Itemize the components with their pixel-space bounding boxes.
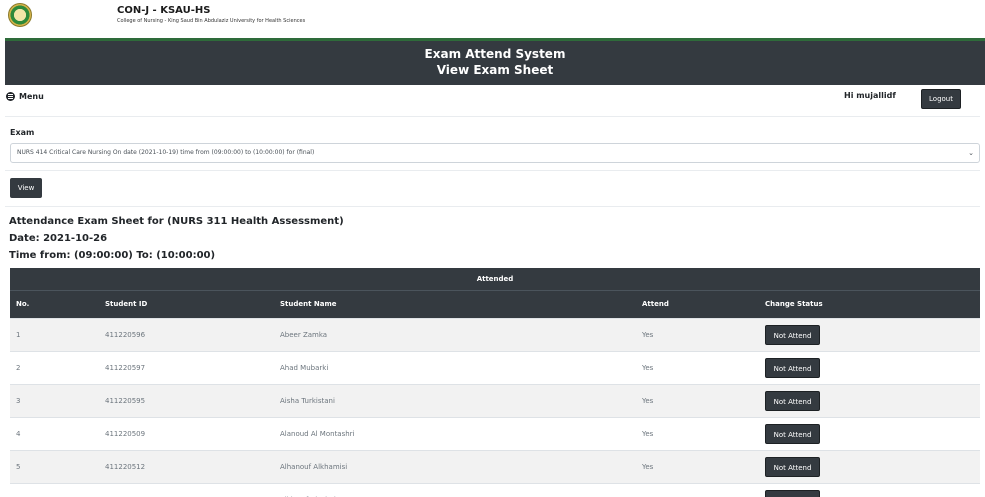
row-attend: Yes [636,416,759,450]
col-header-no: No. [10,290,99,318]
org-title: CON-J - KSAU-HS [117,5,211,16]
row-no: 5 [10,449,99,483]
row-no: 2 [10,350,99,384]
attendance-table: Attended No. Student ID Student Name Att… [10,268,980,497]
sheet-heading: Attendance Exam Sheet for (NURS 311 Heal… [9,216,344,227]
row-no: 4 [10,416,99,450]
row-change-status: Not Attend [759,449,980,483]
not-attend-button[interactable]: Not Attend [765,357,820,378]
col-header-attend: Attend [636,290,759,318]
system-title: Exam Attend System [424,47,566,61]
row-student-id: 411220509 [99,416,274,450]
row-change-status: Not Attend [759,482,980,497]
row-change-status: Not Attend [759,383,980,417]
row-student-name: Alanoud Al Montashri [274,416,636,450]
row-no: 6 [10,482,99,497]
row-change-status: Not Attend [759,317,980,351]
sheet-time: Time from: (09:00:00) To: (10:00:00) [9,250,216,261]
divider [5,206,980,207]
not-attend-button[interactable]: Not Attend [765,324,820,345]
row-change-status: Not Attend [759,416,980,450]
chevron-down-icon: ⌄ [968,149,974,157]
menu-icon [6,92,15,101]
row-student-name: Ahad Mubarki [274,350,636,384]
exam-select-value: NURS 414 Critical Care Nursing On date (… [17,149,315,156]
row-attend: Yes [636,317,759,351]
table-row: 5 411220512 Alhanouf Alkhamisi Yes Not A… [10,449,980,483]
org-subtitle: College of Nursing - King Saud Bin Abdul… [117,18,306,24]
menu-toggle[interactable]: Menu [6,92,44,101]
user-greeting: Hi mujallidf [844,91,896,100]
row-student-name: Alhanouf Alkhamisi [274,449,636,483]
table-row: 3 411220595 Aisha Turkistani Yes Not Att… [10,383,980,417]
divider [5,116,980,117]
row-student-id: 411220597 [99,350,274,384]
university-logo-icon [8,3,32,27]
sheet-date: Date: 2021-10-26 [9,233,108,244]
not-attend-button[interactable]: Not Attend [765,390,820,411]
table-row: 4 411220509 Alanoud Al Montashri Yes Not… [10,416,980,450]
row-student-id: 411220596 [99,317,274,351]
not-attend-button[interactable]: Not Attend [765,423,820,444]
not-attend-button[interactable]: Not Attend [765,456,820,477]
divider [5,170,980,171]
row-no: 3 [10,383,99,417]
top-header: CON-J - KSAU-HS College of Nursing - Kin… [0,0,985,38]
row-student-id: 411220510 [99,482,274,497]
row-attend: Yes [636,350,759,384]
row-student-id: 411220512 [99,449,274,483]
col-header-student-name: Student Name [274,290,636,318]
row-attend: Yes [636,482,759,497]
view-button[interactable]: View [10,178,42,198]
row-change-status: Not Attend [759,350,980,384]
exam-label: Exam [10,128,35,137]
group-header: Attended [10,268,980,291]
not-attend-button[interactable]: Not Attend [765,489,820,497]
exam-select[interactable]: NURS 414 Critical Care Nursing On date (… [10,143,980,163]
page-title: View Exam Sheet [436,63,554,77]
row-no: 1 [10,317,99,351]
row-student-name: Alkinoof Alselmi [274,482,636,497]
col-header-change-status: Change Status [759,290,980,318]
row-attend: Yes [636,449,759,483]
table-row: 1 411220596 Abeer Zamka Yes Not Attend [10,317,980,351]
table-row: 2 411220597 Ahad Mubarki Yes Not Attend [10,350,980,384]
table-row: 6 411220510 Alkinoof Alselmi Yes Not Att… [10,482,980,497]
menu-label: Menu [19,92,44,101]
row-attend: Yes [636,383,759,417]
row-student-name: Abeer Zamka [274,317,636,351]
title-banner: Exam Attend System View Exam Sheet [5,38,985,85]
row-student-id: 411220595 [99,383,274,417]
row-student-name: Aisha Turkistani [274,383,636,417]
logout-button[interactable]: Logout [921,89,961,109]
col-header-student-id: Student ID [99,290,274,318]
